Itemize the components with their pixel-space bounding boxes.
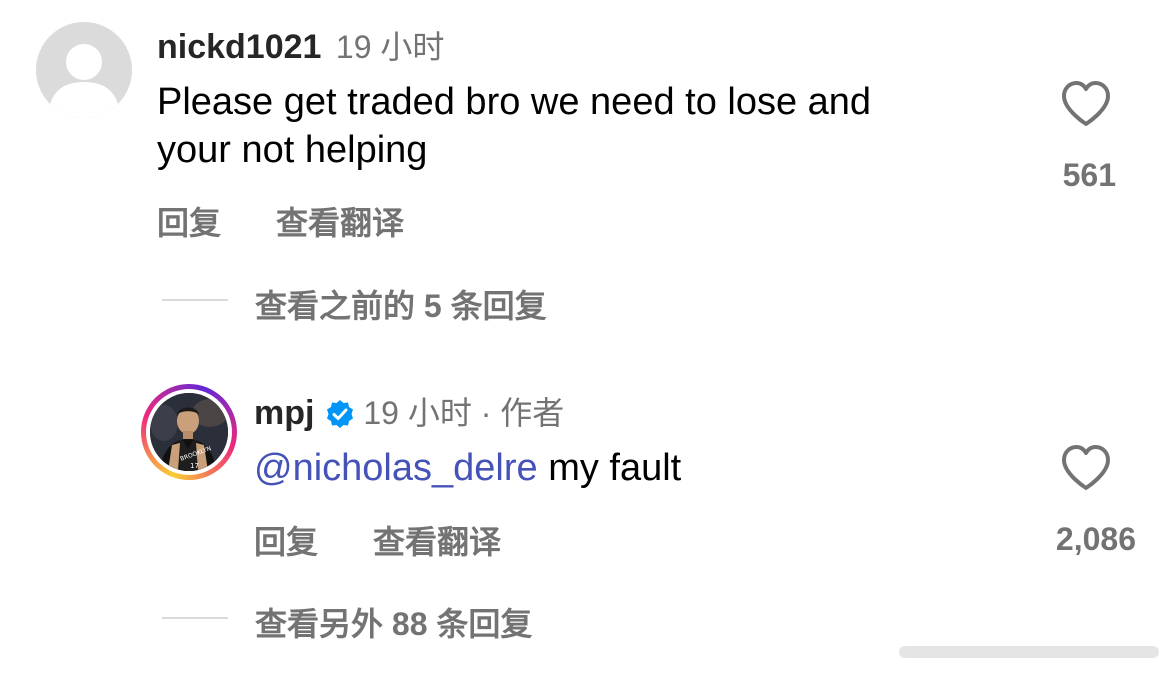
watermark [899,636,1159,666]
see-translation-button[interactable]: 查看翻译 [373,517,501,563]
user-mention-link[interactable]: @nicholas_delre [254,447,538,489]
svg-text:17: 17 [190,462,199,470]
see-translation-button[interactable]: 查看翻译 [276,198,404,244]
comment-text: my fault [537,447,682,489]
comment-text-line: your not helping [157,129,428,171]
comment-header: mpj 19 小时 · 作者 [254,388,564,434]
view-more-replies-button[interactable]: 查看另外 88 条回复 [255,599,532,645]
verified-badge-icon [325,399,355,434]
avatar-story-ring[interactable]: BROOKLYN 17 [141,384,237,480]
comment-timestamp: 19 小时 [335,29,445,65]
like-count: 2,086 [1055,521,1136,557]
comment-header: nickd1021 19 小时 [157,22,444,68]
heart-outline-icon[interactable] [1060,444,1112,492]
avatar-photo: BROOKLYN 17 [150,393,228,471]
comment-timestamp: 19 小时 [363,395,472,431]
replies-divider [162,617,228,619]
reply-button[interactable]: 回复 [157,198,221,244]
comment-body: Please get traded bro we need to lose an… [157,78,1017,174]
avatar-default-icon[interactable] [36,22,132,118]
comment-username[interactable]: mpj [254,394,314,432]
comment-text-line: Please get traded bro we need to lose an… [157,81,872,123]
author-tag: · 作者 [471,395,565,431]
view-previous-replies-button[interactable]: 查看之前的 5 条回复 [255,281,547,327]
reply-button[interactable]: 回复 [254,517,318,563]
like-count: 561 [1062,157,1116,193]
replies-divider [162,299,228,301]
comment-body: @nicholas_delre my fault [254,444,681,492]
comment-username[interactable]: nickd1021 [157,28,321,66]
heart-outline-icon[interactable] [1060,80,1112,128]
